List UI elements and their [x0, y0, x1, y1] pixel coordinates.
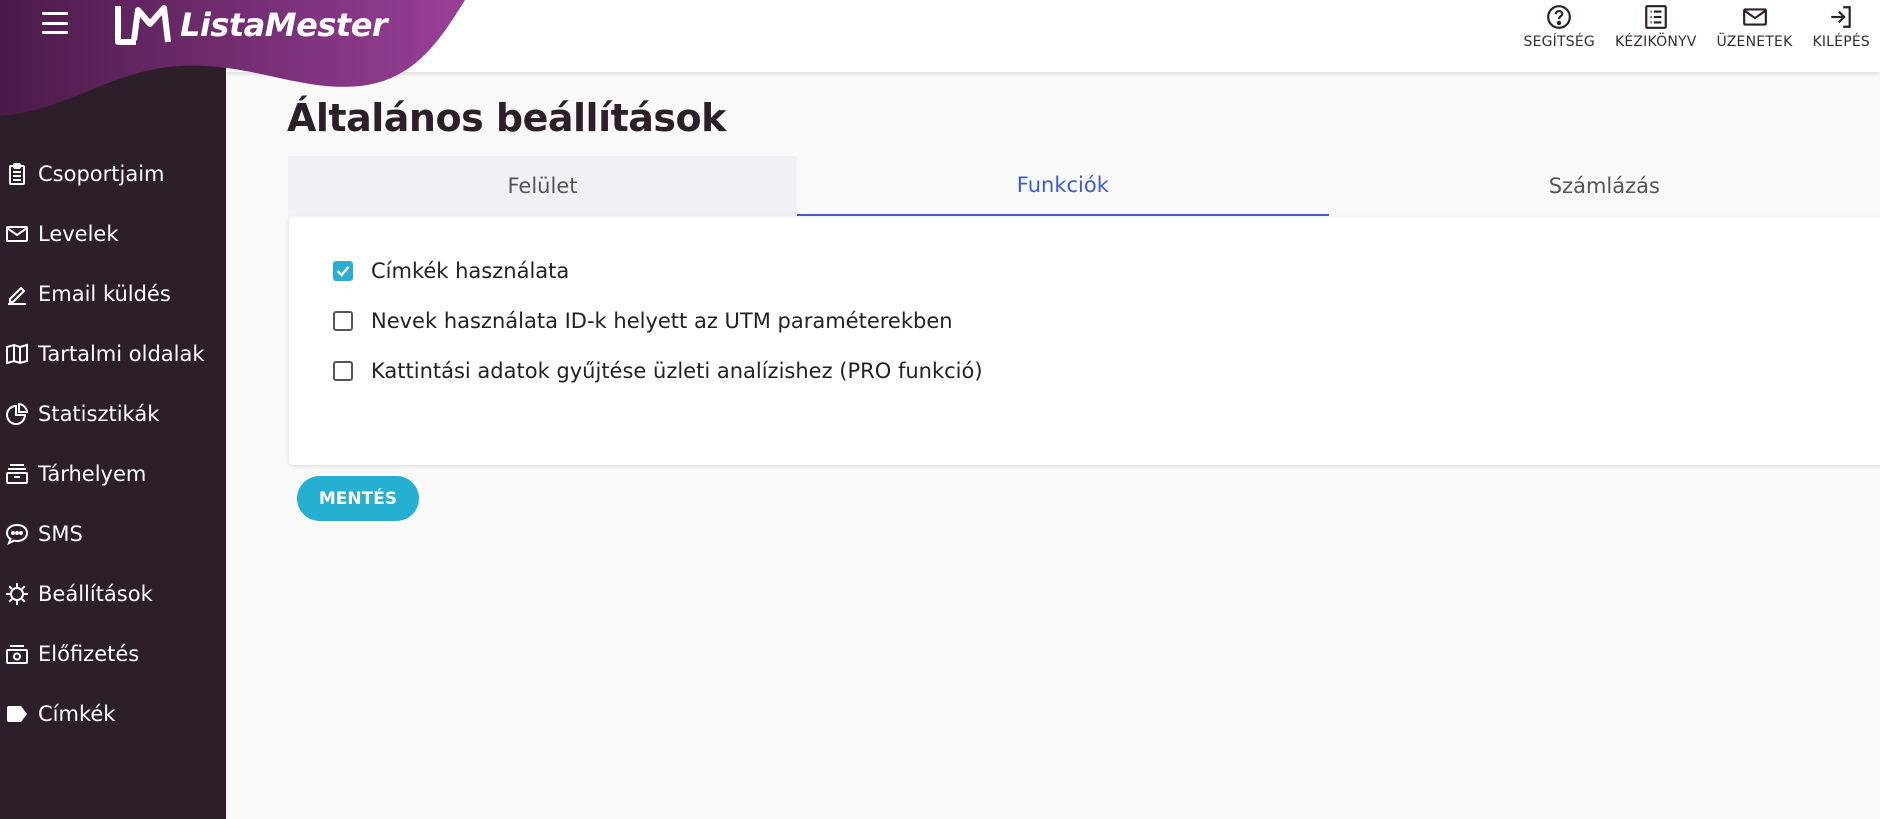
option-kattintasi-adatok[interactable]: Kattintási adatok gyűjtése üzleti analíz…	[333, 359, 983, 383]
sidebar-item-label: Előfizetés	[38, 642, 140, 666]
sidebar-item-tarhelyem[interactable]: Tárhelyem	[0, 444, 226, 504]
sidebar-item-label: SMS	[38, 522, 83, 546]
hamburger-line	[42, 31, 68, 34]
logo[interactable]: ListaMester	[112, 2, 388, 48]
sidebar-item-levelek[interactable]: Levelek	[0, 204, 226, 264]
book-open-icon	[4, 341, 30, 367]
checkmark-icon	[336, 266, 350, 277]
logout-icon	[1828, 0, 1854, 30]
money-icon	[4, 641, 30, 667]
sidebar-item-email-kuldes[interactable]: Email küldés	[0, 264, 226, 324]
pie-chart-icon	[4, 401, 30, 427]
hamburger-line	[42, 21, 68, 25]
envelope-icon	[4, 221, 30, 247]
logout-label: KILÉPÉS	[1812, 34, 1870, 50]
sidebar-item-cimkek[interactable]: Címkék	[0, 684, 226, 744]
hamburger-line	[42, 12, 68, 15]
help-circle-icon	[1546, 0, 1572, 30]
help-label: SEGÍTSÉG	[1523, 34, 1595, 50]
messages-button[interactable]: ÜZENETEK	[1707, 0, 1803, 72]
sidebar-nav: Csoportjaim Levelek Email küldés Tartalm…	[0, 144, 226, 744]
sidebar-item-beallitasok[interactable]: Beállítások	[0, 564, 226, 624]
pencil-icon	[4, 281, 30, 307]
sidebar-item-label: Csoportjaim	[38, 162, 165, 186]
sidebar-item-label: Levelek	[38, 222, 119, 246]
option-label: Nevek használata ID-k helyett az UTM par…	[371, 309, 953, 333]
logo-mark-icon	[115, 5, 171, 45]
manual-button[interactable]: KÉZIKÖNYV	[1605, 0, 1707, 72]
settings-card: Címkék használata Nevek használata ID-k …	[289, 217, 1880, 465]
checkbox-checked[interactable]	[333, 261, 353, 281]
gear-icon	[4, 581, 30, 607]
clipboard-list-icon	[4, 161, 30, 187]
manual-label: KÉZIKÖNYV	[1614, 34, 1697, 50]
mail-icon	[1742, 0, 1768, 30]
sidebar-item-label: Tárhelyem	[38, 462, 147, 486]
checkbox[interactable]	[333, 311, 353, 331]
archive-icon	[4, 461, 30, 487]
option-cimkek-hasznalata[interactable]: Címkék használata	[333, 259, 569, 283]
option-label: Címkék használata	[371, 259, 570, 283]
sidebar-item-sms[interactable]: SMS	[0, 504, 226, 564]
sidebar-item-label: Statisztikák	[38, 402, 160, 426]
tab-szamlazas[interactable]: Számlázás	[1329, 156, 1880, 216]
menu-toggle-button[interactable]	[42, 12, 68, 34]
chat-bubble-icon	[4, 521, 30, 547]
top-actions: SEGÍTSÉG KÉZIKÖNYV ÜZENETEK KILÉPÉS	[1513, 0, 1880, 72]
logout-button[interactable]: KILÉPÉS	[1802, 0, 1880, 72]
sidebar: Csoportjaim Levelek Email küldés Tartalm…	[0, 0, 226, 819]
sidebar-item-csoportjaim[interactable]: Csoportjaim	[0, 144, 226, 204]
brand-name: ListaMester	[180, 6, 388, 44]
checkbox[interactable]	[333, 361, 353, 381]
sidebar-item-label: Beállítások	[38, 582, 153, 606]
sidebar-item-elofizetes[interactable]: Előfizetés	[0, 624, 226, 684]
save-button[interactable]: MENTÉS	[297, 476, 419, 521]
manual-list-icon	[1643, 0, 1669, 30]
sidebar-item-tartalmi-oldalak[interactable]: Tartalmi oldalak	[0, 324, 226, 384]
tab-felulet[interactable]: Felület	[288, 156, 797, 216]
tab-funkciok[interactable]: Funkciók	[797, 156, 1329, 216]
messages-label: ÜZENETEK	[1716, 34, 1793, 50]
settings-tabs: Felület Funkciók Számlázás	[288, 156, 1880, 216]
sidebar-item-statisztikak[interactable]: Statisztikák	[0, 384, 226, 444]
sidebar-item-label: Email küldés	[38, 282, 171, 306]
sidebar-item-label: Tartalmi oldalak	[38, 342, 205, 366]
help-button[interactable]: SEGÍTSÉG	[1513, 0, 1604, 72]
top-bar: SEGÍTSÉG KÉZIKÖNYV ÜZENETEK KILÉPÉS	[226, 0, 1880, 72]
option-label: Kattintási adatok gyűjtése üzleti analíz…	[371, 359, 983, 383]
option-nevek-utm[interactable]: Nevek használata ID-k helyett az UTM par…	[333, 309, 953, 333]
tag-icon	[4, 701, 30, 727]
sidebar-item-label: Címkék	[38, 702, 116, 726]
